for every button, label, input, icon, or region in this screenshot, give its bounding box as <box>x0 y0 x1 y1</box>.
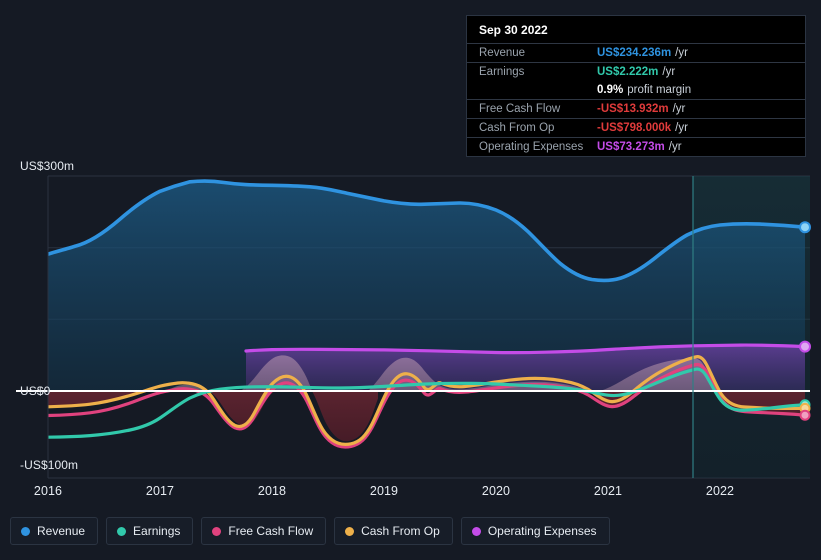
tooltip-key-cash-from-op: Cash From Op <box>479 122 555 134</box>
tooltip-unit-cash-from-op: /yr <box>675 122 688 134</box>
tooltip-value-free-cash-flow: -US$13.932m <box>597 103 669 115</box>
tooltip-unit-free-cash-flow: /yr <box>672 103 686 115</box>
x-axis-label-2020: 2020 <box>481 484 511 498</box>
tooltip-unit-revenue: /yr <box>675 47 688 59</box>
chart-legend: Revenue Earnings Free Cash Flow Cash Fro… <box>10 517 610 545</box>
free-cash-flow-color-dot-icon <box>212 526 222 536</box>
tooltip-key-earnings: Earnings <box>479 66 525 78</box>
tooltip-date: Sep 30 2022 <box>479 23 548 37</box>
tooltip-key-revenue: Revenue <box>479 47 526 59</box>
revenue-endpoint <box>799 221 811 234</box>
tooltip-row-profit-margin: 0.9% profit margin <box>467 81 805 99</box>
chart-tooltip: Sep 30 2022 Revenue US$234.236m /yr Earn… <box>466 15 806 157</box>
legend-label-free-cash-flow: Free Cash Flow <box>228 524 314 538</box>
tooltip-row-cash-from-op: Cash From Op -US$798.000k /yr <box>467 118 805 137</box>
cash-from-op-color-dot-icon <box>345 526 355 536</box>
tooltip-row-earnings: Earnings US$2.222m /yr <box>467 62 805 81</box>
x-axis-label-2022: 2022 <box>705 484 735 498</box>
x-axis-label-2021: 2021 <box>593 484 623 498</box>
x-axis-label-2019: 2019 <box>369 484 399 498</box>
x-axis-label-2018: 2018 <box>257 484 287 498</box>
legend-item-free-cash-flow[interactable]: Free Cash Flow <box>201 517 327 545</box>
tooltip-unit-operating-expenses: /yr <box>668 141 682 153</box>
tooltip-unit-earnings: /yr <box>662 66 676 78</box>
y-axis-label-300m: US$300m <box>20 159 75 173</box>
tooltip-value-revenue: US$234.236m <box>597 47 672 59</box>
x-axis-label-2017: 2017 <box>145 484 175 498</box>
legend-label-operating-expenses: Operating Expenses <box>487 524 597 538</box>
legend-item-revenue[interactable]: Revenue <box>10 517 99 545</box>
tooltip-key-operating-expenses: Operating Expenses <box>479 141 584 153</box>
operating-expenses-endpoint <box>799 340 811 353</box>
y-axis-label-neg100m: -US$100m <box>20 458 79 472</box>
tooltip-row-revenue: Revenue US$234.236m /yr <box>467 43 805 62</box>
legend-label-revenue: Revenue <box>37 524 86 538</box>
legend-item-operating-expenses[interactable]: Operating Expenses <box>460 517 610 545</box>
legend-item-earnings[interactable]: Earnings <box>106 517 194 545</box>
tooltip-sub-profit-margin: profit margin <box>627 84 692 96</box>
tooltip-key-free-cash-flow: Free Cash Flow <box>479 103 561 115</box>
tooltip-row-free-cash-flow: Free Cash Flow -US$13.932m /yr <box>467 99 805 118</box>
tooltip-value-cash-from-op: -US$798.000k <box>597 122 672 134</box>
y-axis-label-0: US$0 <box>20 384 51 398</box>
legend-label-cash-from-op: Cash From Op <box>361 524 440 538</box>
legend-item-cash-from-op[interactable]: Cash From Op <box>334 517 453 545</box>
tooltip-row-operating-expenses: Operating Expenses US$73.273m /yr <box>467 137 805 156</box>
tooltip-value-operating-expenses: US$73.273m <box>597 141 665 153</box>
legend-label-earnings: Earnings <box>133 524 181 538</box>
revenue-color-dot-icon <box>21 526 30 536</box>
operating-expenses-color-dot-icon <box>471 526 481 536</box>
tooltip-value-earnings: US$2.222m <box>597 66 659 78</box>
x-axis-label-2016: 2016 <box>33 484 63 498</box>
tooltip-value-profit-margin: 0.9% <box>597 84 624 96</box>
earnings-color-dot-icon <box>117 526 127 536</box>
free-cash-flow-endpoint <box>799 409 811 421</box>
